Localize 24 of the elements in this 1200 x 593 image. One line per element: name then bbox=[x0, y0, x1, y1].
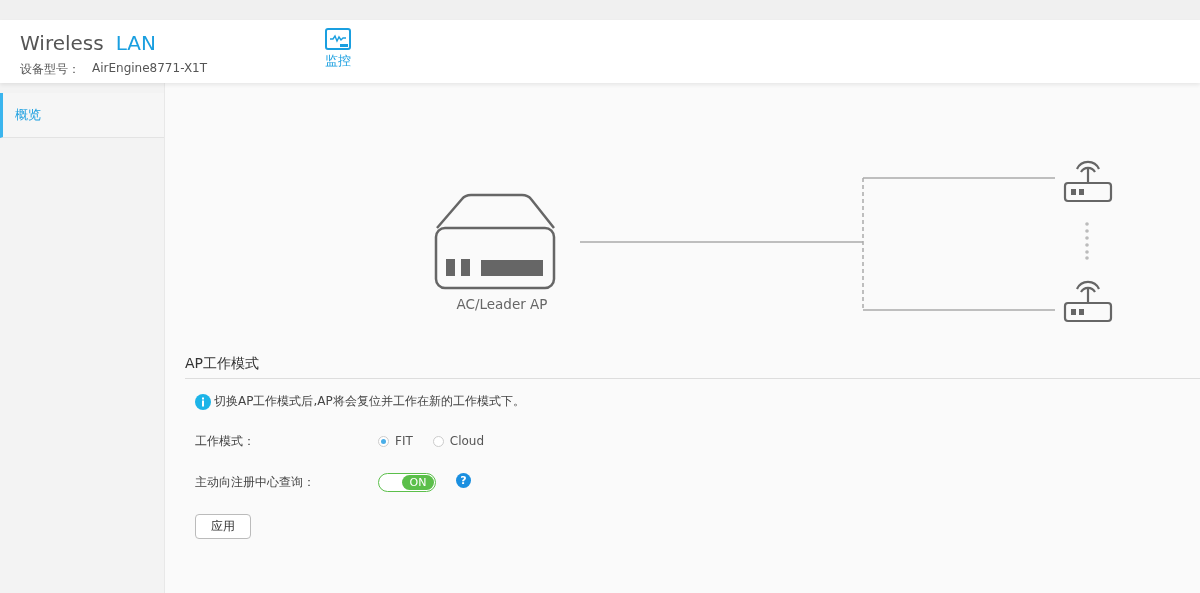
monitor-icon bbox=[325, 28, 351, 52]
sidebar-item[interactable]: 概览 bbox=[0, 93, 164, 138]
section-title: AP工作模式 bbox=[185, 345, 1200, 379]
controller-label: AC/Leader AP bbox=[456, 296, 548, 312]
app-title: Wireless bbox=[20, 31, 104, 55]
monitor-tab[interactable]: 监控 bbox=[325, 20, 351, 70]
model-label: 设备型号： bbox=[20, 61, 80, 78]
radio-button[interactable] bbox=[378, 435, 389, 447]
radio-button[interactable] bbox=[432, 435, 444, 447]
notice-text: 切换AP工作模式后,AP将会复位并工作在新的工作模式下。 bbox=[214, 393, 525, 410]
model-value: AirEngine8771-X1T bbox=[92, 61, 208, 77]
ellipsis-icon bbox=[1085, 222, 1089, 260]
info-icon bbox=[195, 393, 211, 410]
access-point-icon bbox=[1063, 160, 1113, 203]
controller-icon bbox=[434, 193, 556, 290]
toggle-switch[interactable]: ON bbox=[378, 472, 436, 492]
field-label: 工作模式： bbox=[195, 432, 256, 450]
field-label: 主动向注册中心查询： bbox=[195, 473, 316, 491]
apply-button[interactable]: 应用 bbox=[195, 514, 251, 539]
access-point-icon bbox=[1063, 280, 1113, 323]
radio-option[interactable]: FIT bbox=[378, 434, 413, 448]
app-title-accent: LAN bbox=[115, 31, 156, 55]
help-icon[interactable]: ? bbox=[456, 472, 471, 488]
radio-option[interactable]: Cloud bbox=[432, 434, 485, 448]
